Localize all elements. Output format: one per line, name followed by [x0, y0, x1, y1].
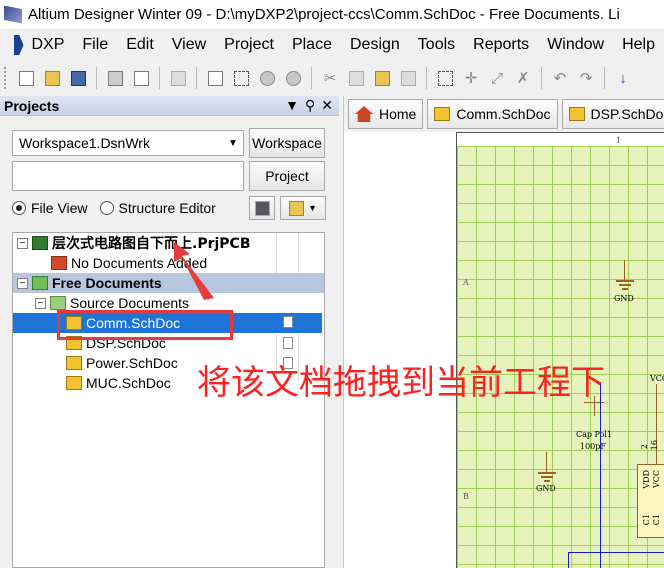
highlight-box: [57, 310, 233, 340]
annotation-text: 将该文档拖拽到当前工程下: [197, 363, 605, 403]
annotation-arrow: [174, 242, 214, 300]
